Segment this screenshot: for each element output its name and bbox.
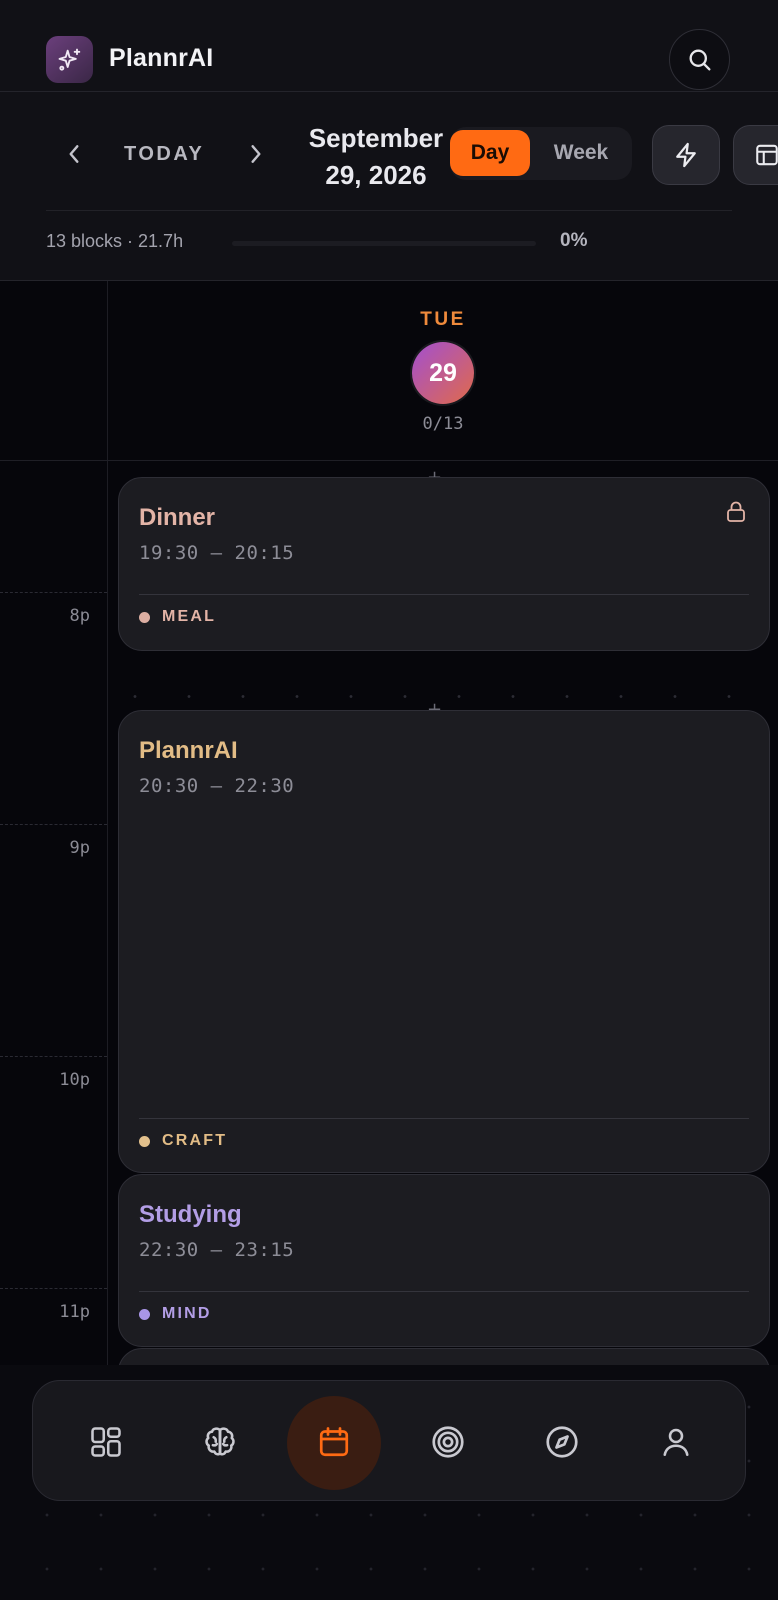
divider — [139, 1291, 749, 1292]
hour-label: 11p — [59, 1302, 90, 1322]
hour-label: 10p — [59, 1070, 90, 1090]
block-time: 22:30 – 23:15 — [139, 1239, 295, 1261]
view-week-button[interactable]: Week — [536, 130, 626, 176]
category-dot — [139, 611, 150, 623]
time-block[interactable]: PlannrAI 20:30 – 22:30 CRAFT — [118, 710, 770, 1173]
nav-brain[interactable] — [173, 1381, 267, 1502]
calendar-icon — [319, 1426, 349, 1456]
search-icon — [689, 49, 710, 71]
view-switcher: Day Week — [450, 127, 632, 180]
completed-count: 0/13 — [422, 414, 464, 434]
hour-line — [0, 592, 107, 593]
nav-explore[interactable] — [515, 1381, 609, 1502]
hour-label: 9p — [69, 838, 90, 858]
time-block[interactable]: Studying 22:30 – 23:15 MIND — [118, 1174, 770, 1347]
day-progress-bar — [232, 241, 536, 246]
date-day-year: 29, 2026 — [325, 160, 427, 190]
block-title: PlannrAI — [139, 737, 238, 764]
time-block[interactable]: Dinner 19:30 – 20:15 MEAL — [118, 477, 770, 651]
divider — [139, 1118, 749, 1119]
target-icon — [432, 1425, 464, 1458]
date-month: September — [308, 123, 444, 153]
divider — [0, 460, 778, 461]
divider — [139, 594, 749, 595]
category-tag: MEAL — [139, 608, 216, 626]
layout-button[interactable] — [733, 125, 778, 185]
planner-app: PlannrAI TODAY September 29, 2026 Day We… — [0, 0, 778, 1600]
weekday-label: TUE — [420, 309, 466, 330]
date-navigation: TODAY September 29, 2026 Day Week 13 blo… — [0, 92, 778, 281]
hour-line — [0, 1288, 107, 1289]
hour-label: 8p — [69, 606, 90, 626]
brain-icon — [205, 1426, 235, 1456]
today-button[interactable]: TODAY — [124, 143, 204, 166]
category-label: MIND — [162, 1305, 212, 1322]
nav-profile[interactable] — [629, 1381, 723, 1502]
nav-calendar[interactable] — [287, 1381, 381, 1502]
category-label: MEAL — [162, 608, 217, 625]
category-tag: CRAFT — [139, 1132, 227, 1150]
category-tag: MIND — [139, 1305, 212, 1323]
bolt-icon — [676, 142, 696, 168]
hour-line — [0, 824, 107, 825]
divider — [46, 210, 732, 211]
compass-icon — [546, 1425, 578, 1458]
block-title: Dinner — [139, 504, 216, 531]
nav-goals[interactable] — [401, 1381, 495, 1502]
user-icon — [663, 1428, 689, 1456]
grid-dots — [108, 695, 778, 698]
category-dot — [139, 1308, 150, 1320]
nav-dashboard[interactable] — [59, 1381, 153, 1502]
chevron-left-icon — [69, 145, 79, 163]
previous-day-button[interactable] — [60, 140, 88, 168]
top-bar: PlannrAI — [0, 0, 778, 92]
block-title: Studying — [139, 1201, 242, 1228]
hour-line — [0, 1056, 107, 1057]
day-number-badge[interactable]: 29 — [412, 342, 474, 404]
quick-action-button[interactable] — [652, 125, 720, 185]
app-name: PlannrAI — [109, 44, 214, 72]
progress-percent: 0% — [560, 230, 588, 251]
day-column-header: TUE 29 0/13 — [108, 281, 778, 461]
layout-icon — [756, 144, 778, 166]
dashboard-icon — [91, 1426, 121, 1457]
day-stats: 13 blocks · 21.7h — [46, 231, 184, 251]
bottom-navigation — [32, 1380, 746, 1501]
block-time: 20:30 – 22:30 — [139, 775, 295, 797]
category-label: CRAFT — [162, 1132, 228, 1149]
current-date: September 29, 2026 — [300, 120, 452, 194]
block-time: 19:30 – 20:15 — [139, 542, 295, 564]
view-day-button[interactable]: Day — [450, 130, 530, 176]
chevron-right-icon — [251, 145, 261, 163]
category-dot — [139, 1135, 150, 1147]
sparkles-icon — [46, 36, 93, 83]
lock-icon[interactable] — [725, 500, 747, 524]
next-day-button[interactable] — [242, 140, 270, 168]
search-button[interactable] — [669, 29, 730, 90]
